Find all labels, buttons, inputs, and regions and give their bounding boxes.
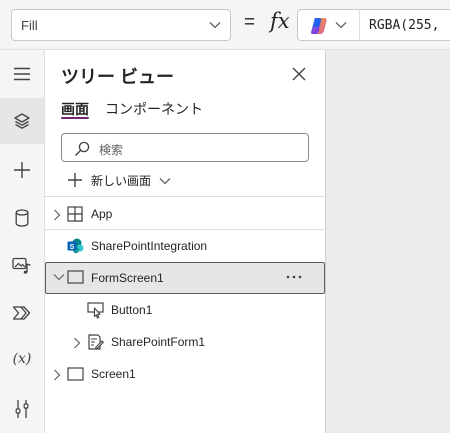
power-automate-button[interactable] [0,290,44,336]
property-dropdown-value: Fill [21,18,38,33]
search-icon [75,141,90,156]
equals-sign: = [244,12,256,33]
power-automate-icon [12,306,31,320]
hamburger-menu-icon [14,67,30,81]
menu-button[interactable] [0,51,44,97]
tree-item-label: SharePointForm1 [111,335,206,349]
chevron-down-icon [335,22,347,29]
more-options-icon[interactable] [284,268,304,286]
chevron-down-icon[interactable] [53,273,65,281]
property-dropdown[interactable]: Fill [11,9,231,41]
copilot-button[interactable] [297,9,359,41]
tree-item-label: Button1 [111,303,153,317]
tree-item-sharepointform1[interactable]: SharePointForm1 [45,326,325,358]
chevron-right-icon[interactable] [53,209,61,221]
tree-item-screen1[interactable]: Screen1 [45,358,325,390]
layers-icon [14,113,30,129]
new-screen-button[interactable]: 新しい画面 [67,170,171,190]
tab-components[interactable]: コンポーネント [105,99,203,119]
formula-bar: Fill = fx RGBA(255, [0,0,450,50]
search-placeholder: 検索 [99,143,124,157]
chevron-down-icon [159,178,171,185]
formula-input[interactable]: RGBA(255, [359,9,450,41]
variables-icon: (x) [12,351,32,367]
formula-text: RGBA(255, [369,18,440,33]
svg-text:S: S [70,244,75,251]
insert-button[interactable] [0,147,44,193]
divider [45,196,325,197]
form-icon [88,334,104,350]
close-icon[interactable] [291,66,307,82]
tree-item-app[interactable]: App [45,198,325,230]
tree-item-label: App [91,207,113,221]
tools-button[interactable] [0,386,44,432]
chevron-down-icon [209,22,221,29]
sharepoint-icon: S [67,238,84,254]
media-icon [12,257,31,274]
screen-icon [67,367,84,381]
tree-item-label: SharePointIntegration [91,239,208,253]
left-rail: (x) [0,50,45,433]
screen-icon [67,270,84,284]
app-icon [67,206,83,222]
add-icon [14,162,30,178]
tree-item-button1[interactable]: Button1 [45,294,325,326]
variables-button[interactable]: (x) [0,336,44,382]
active-tab-indicator [61,117,89,119]
tree-view-button[interactable] [0,98,44,144]
new-screen-label: 新しい画面 [91,173,152,188]
media-button[interactable] [0,243,44,289]
tools-icon [15,400,29,418]
button-icon [87,302,104,319]
fx-icon: fx [270,9,290,33]
tree-view-panel: ツリー ビュー 画面 コンポーネント 検索 新しい画面 App S ShareP… [45,50,326,433]
canvas-area[interactable] [326,50,450,433]
chevron-right-icon[interactable] [53,369,61,381]
data-button[interactable] [0,195,44,241]
tree-item-label: Screen1 [91,367,136,381]
tree-item-label: FormScreen1 [91,271,164,285]
search-input[interactable]: 検索 [61,133,309,162]
tab-screens[interactable]: 画面 [61,99,89,119]
tree-item-formscreen1[interactable]: FormScreen1 [45,262,325,294]
chevron-right-icon[interactable] [73,337,81,349]
add-icon [68,173,82,187]
tree-item-sharepointintegration[interactable]: S SharePointIntegration [45,230,325,262]
copilot-icon [311,18,327,34]
panel-title: ツリー ビュー [61,67,175,87]
database-icon [15,209,29,227]
